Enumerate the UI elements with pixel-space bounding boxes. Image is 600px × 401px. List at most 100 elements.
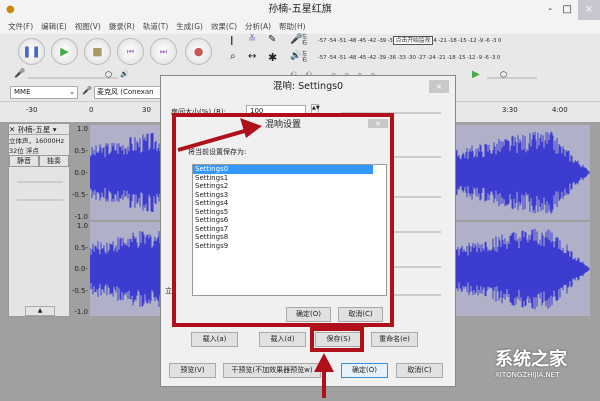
load-default-button[interactable]: 载入(d) xyxy=(259,332,306,347)
input-device-select[interactable]: 麦克风 (Conexan xyxy=(94,86,164,99)
slider[interactable] xyxy=(391,196,441,198)
amplitude-scale-top: 1.0 0.5- 0.0- -0.5- -1.0 xyxy=(70,125,90,221)
list-item[interactable]: Settings1 xyxy=(193,174,386,183)
scale-label: 0.5- xyxy=(74,147,88,155)
list-item[interactable]: Settings3 xyxy=(193,191,386,200)
reverb-close-button[interactable]: × xyxy=(429,80,449,93)
scale-label: 1.0 xyxy=(76,222,88,230)
envelope-tool-icon[interactable]: ≚ xyxy=(248,34,256,45)
menu-generate[interactable]: 生成(G) xyxy=(176,20,203,34)
ruler-tick: 30 xyxy=(142,106,151,114)
mute-button[interactable]: 静音 xyxy=(9,155,39,167)
list-item[interactable]: Settings4 xyxy=(193,199,386,208)
selection-tool-icon[interactable]: I xyxy=(230,34,234,48)
ruler-tick: 4:00 xyxy=(552,106,568,114)
track-control-panel: ✕ 孙楠-五星 ▾ 立体声，16000Hz 32位 浮点 静音 独奏 ▲ xyxy=(8,123,70,317)
speaker-icon: 🔊 xyxy=(290,51,302,61)
load-preset-button[interactable]: 载入(a) xyxy=(191,332,238,347)
record-scale: -57 -54 -51 -48 -45 -42 -39 -3 xyxy=(318,38,393,44)
draw-tool-icon[interactable]: ✎ xyxy=(268,34,276,45)
playback-speed-slider[interactable] xyxy=(487,77,537,79)
ruler-tick: -30 xyxy=(26,106,38,114)
playback-meter[interactable]: -57 -54 -51 -48 -45 -42 -39 -36 -33 -30 … xyxy=(318,51,503,65)
window-title: 孙楠-五星红旗 xyxy=(268,4,332,15)
save-as-label: 将当前设置保存为: xyxy=(188,148,247,156)
collapse-track-button[interactable]: ▲ xyxy=(25,306,55,316)
timeshift-tool-icon[interactable]: ↔ xyxy=(248,51,256,62)
scale-label: -0.5- xyxy=(71,191,88,199)
save-ok-button[interactable]: 确定(O) xyxy=(286,307,331,322)
reverb-ok-button[interactable]: 确定(O) xyxy=(341,363,388,378)
mic-slider-thumb-icon[interactable]: ⬡ xyxy=(105,70,112,79)
pan-slider[interactable] xyxy=(17,199,63,201)
reverb-cancel-button[interactable]: 取消(C) xyxy=(396,363,443,378)
preset-list[interactable]: Settings0 Settings1 Settings2 Settings3 … xyxy=(192,164,387,296)
scale-label: -0.5- xyxy=(71,286,88,295)
scale-label: 1.0 xyxy=(76,125,88,133)
list-item[interactable]: Settings7 xyxy=(193,225,386,234)
list-item[interactable]: Settings2 xyxy=(193,182,386,191)
preview-button[interactable]: 预览(V) xyxy=(169,363,216,378)
list-item[interactable]: Settings5 xyxy=(193,208,386,217)
play-button[interactable]: ▶ xyxy=(51,38,78,65)
list-item[interactable]: Settings0 xyxy=(193,165,373,174)
list-item[interactable]: Settings9 xyxy=(193,242,386,251)
reverb-dialog-title: 混响: Settings0 xyxy=(272,81,344,92)
track-name-menu[interactable]: ✕ 孙楠-五星 ▾ xyxy=(9,124,69,135)
multi-tool-icon[interactable]: ✱ xyxy=(268,51,277,64)
menu-analyze[interactable]: 分析(A) xyxy=(245,20,271,34)
record-meter-icon: 🎤 xyxy=(290,34,303,45)
menu-edit[interactable]: 编辑(E) xyxy=(41,20,67,34)
save-settings-dialog: 混响设置 × 将当前设置保存为: Settings0 Settings1 Set… xyxy=(172,113,394,327)
save-cancel-button[interactable]: 取消(C) xyxy=(338,307,383,322)
save-dialog-close-button[interactable]: × xyxy=(368,119,388,128)
scale-label: 0.5- xyxy=(74,243,88,252)
record-button[interactable]: ● xyxy=(185,38,212,65)
title-bar: ● 孙楠-五星红旗 - □ × xyxy=(0,0,600,20)
watermark: 系统之家 XITONGZHIJIA.NET xyxy=(455,345,567,379)
menu-record[interactable]: 摄录(R) xyxy=(109,20,135,34)
pause-button[interactable]: ❚❚ xyxy=(18,38,45,65)
gain-slider[interactable] xyxy=(17,181,63,183)
ruler-tick: 0 xyxy=(89,106,94,114)
amplitude-scale-bottom: 1.0 0.5- 0.0- -0.5- -1.0 xyxy=(70,222,90,316)
maximize-button[interactable]: □ xyxy=(563,0,572,20)
slider[interactable] xyxy=(391,156,441,158)
skip-end-button[interactable]: ⏭ xyxy=(150,38,177,65)
scale-label: -1.0 xyxy=(74,213,88,221)
start-monitoring-button[interactable]: 点击开始监视 xyxy=(392,36,434,45)
menu-help[interactable]: 帮助(H) xyxy=(279,20,306,34)
slider[interactable] xyxy=(391,266,441,268)
skip-start-button[interactable]: ⏮ xyxy=(117,38,144,65)
list-item[interactable]: Settings6 xyxy=(193,216,386,225)
menu-tracks[interactable]: 轨道(T) xyxy=(143,20,168,34)
scale-label: -1.0 xyxy=(74,308,88,316)
watermark-brand: 系统之家 xyxy=(495,349,567,370)
close-button[interactable]: × xyxy=(578,0,600,20)
dry-preview-button[interactable]: 干预览(不加效果器预览w) xyxy=(223,363,321,378)
mic-device-icon: 🎤 xyxy=(82,86,92,95)
stop-button[interactable]: ■ xyxy=(84,38,111,65)
speaker-volume-icon: 🔊 xyxy=(120,70,129,78)
play-at-speed-icon[interactable]: ▶ xyxy=(472,69,480,80)
rename-preset-button[interactable]: 重命名(e) xyxy=(371,332,418,347)
menu-file[interactable]: 文件(F) xyxy=(8,20,33,34)
speed-slider-thumb-icon[interactable]: ⬡ xyxy=(500,70,507,79)
record-channels-label: 左右 xyxy=(302,34,308,46)
zoom-tool-icon[interactable]: ⌕ xyxy=(230,51,236,62)
app-icon: ● xyxy=(6,4,15,15)
slider[interactable] xyxy=(391,231,441,233)
list-item[interactable]: Settings8 xyxy=(193,233,386,242)
solo-button[interactable]: 独奏 xyxy=(39,155,69,167)
audio-host-value: MME xyxy=(14,88,31,96)
play-channels-label: 左右 xyxy=(302,51,308,63)
menu-effect[interactable]: 效果(C) xyxy=(211,20,237,34)
scale-label: 0.0- xyxy=(74,169,88,177)
audio-host-select[interactable]: MME ⌄ xyxy=(10,86,78,99)
record-meter[interactable]: -57 -54 -51 -48 -45 -42 -39 -3 点击开始监视 4 -2… xyxy=(318,34,503,48)
minimize-button[interactable]: - xyxy=(548,0,552,20)
menu-bar: 文件(F) 编辑(E) 视图(V) 摄录(R) 轨道(T) 生成(G) 效果(C… xyxy=(0,20,600,34)
slider[interactable] xyxy=(391,294,441,296)
save-dialog-title: 混响设置 xyxy=(264,120,301,130)
menu-view[interactable]: 视图(V) xyxy=(75,20,101,34)
